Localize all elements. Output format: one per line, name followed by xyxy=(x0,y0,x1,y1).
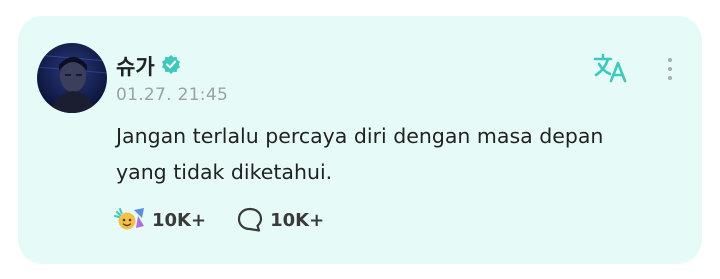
post-timestamp: 01.27. 21:45 xyxy=(116,85,229,105)
post-body-line: yang tidak diketahui. xyxy=(116,160,333,184)
reaction-button[interactable]: 10K+ xyxy=(114,206,206,234)
more-vertical-icon xyxy=(668,58,672,62)
comment-count: 10K+ xyxy=(270,209,325,231)
reaction-count: 10K+ xyxy=(152,209,207,231)
post-body: Jangan terlalu percaya diri dengan masa … xyxy=(116,118,676,190)
translate-icon xyxy=(593,53,627,83)
cheer-reaction-icon xyxy=(114,208,144,230)
post-body-line: Jangan terlalu percaya diri dengan masa … xyxy=(116,124,604,148)
more-options-button[interactable] xyxy=(658,52,682,86)
comment-bubble-icon xyxy=(237,207,263,232)
translate-button[interactable] xyxy=(592,50,630,88)
avatar-image xyxy=(37,43,107,113)
comment-button[interactable]: 10K+ xyxy=(236,206,324,234)
post-actions: 10K+ 10K+ xyxy=(114,206,324,234)
verified-badge-icon xyxy=(161,54,181,78)
post-card: 슈가 01.27. 21:45 Jangan terlalu percaya d… xyxy=(18,16,702,264)
author-row: 슈가 xyxy=(116,51,181,81)
author-name[interactable]: 슈가 xyxy=(116,51,155,81)
avatar[interactable] xyxy=(37,43,107,113)
